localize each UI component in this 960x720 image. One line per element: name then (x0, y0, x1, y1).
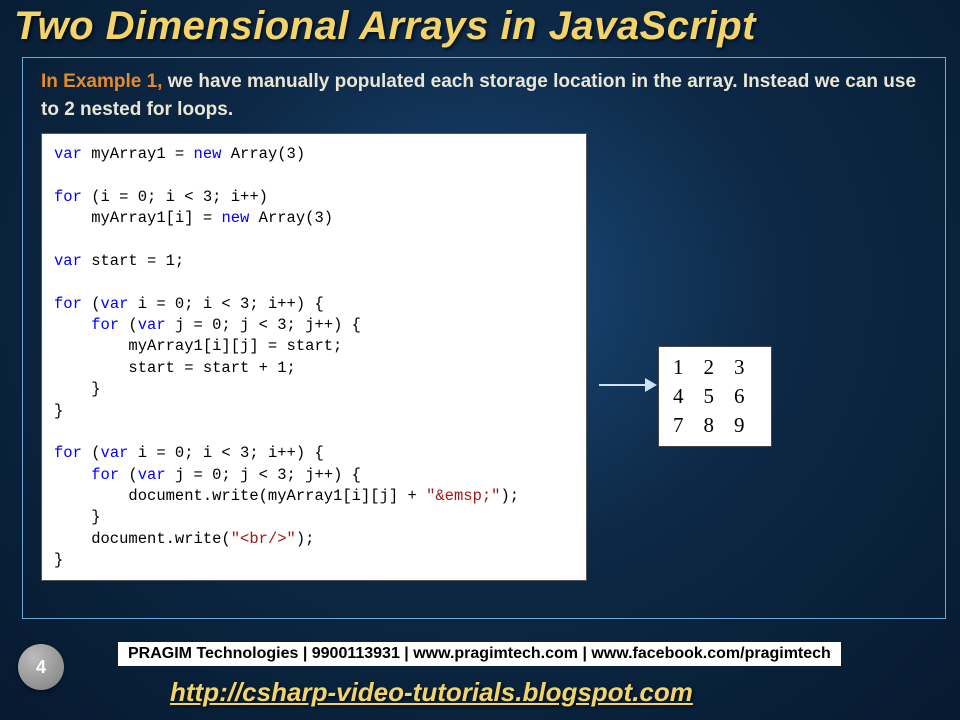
table-row: 7 8 9 (669, 412, 759, 439)
company-banner: PRAGIM Technologies | 9900113931 | www.p… (118, 642, 841, 666)
blog-link[interactable]: http://csharp-video-tutorials.blogspot.c… (170, 677, 693, 708)
intro-text: In Example 1, we have manually populated… (41, 68, 927, 123)
slide-title: Two Dimensional Arrays in JavaScript (0, 0, 960, 57)
table-row: 1 2 3 (669, 354, 759, 381)
intro-rest: we have manually populated each storage … (41, 71, 916, 120)
arrow-icon (599, 378, 659, 392)
table-row: 4 5 6 (669, 383, 759, 410)
code-block: var myArray1 = new Array(3) for (i = 0; … (41, 133, 587, 581)
page-number-badge: 4 (18, 644, 64, 690)
footer: 4 PRAGIM Technologies | 9900113931 | www… (0, 628, 960, 720)
intro-highlight: In Example 1, (41, 71, 162, 92)
output-grid: 1 2 3 4 5 6 7 8 9 (658, 346, 772, 447)
content-frame: In Example 1, we have manually populated… (22, 57, 946, 619)
